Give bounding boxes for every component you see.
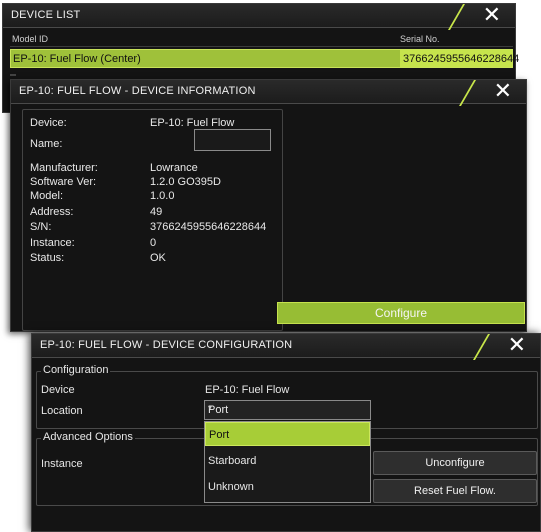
location-select[interactable]: Port ▾ (204, 400, 371, 420)
status-label: Status: (30, 252, 65, 264)
option-label: Starboard (208, 455, 257, 467)
close-icon: ✕ (482, 3, 501, 28)
device-list-close-button[interactable]: ✕ (447, 3, 515, 30)
device-info-close-button[interactable]: ✕ (458, 79, 526, 106)
instance-value: 0 (150, 237, 157, 249)
title-divider (472, 334, 490, 360)
caret-down-icon: ▾ (208, 403, 213, 412)
configure-button[interactable]: Configure (277, 302, 525, 324)
device-list-row-selected[interactable]: EP-10: Fuel Flow (Center) 37662459556462… (10, 49, 519, 68)
close-icon: ✕ (493, 79, 512, 104)
device-list-header: Model ID Serial No. (10, 33, 513, 47)
column-serial-no: Serial No. (400, 34, 440, 44)
title-divider (447, 4, 465, 30)
config-device-value: EP-10: Fuel Flow (205, 384, 290, 396)
software-value: 1.2.0 GO395D (150, 176, 221, 188)
row-serial-no: 3766245955646228644 (400, 50, 519, 67)
option-label: Port (209, 429, 230, 441)
manufacturer-label: Manufacturer: (30, 162, 98, 174)
location-dropdown-list: Port Starboard Unknown (204, 421, 371, 503)
manufacturer-value: Lowrance (150, 162, 198, 174)
status-value: OK (150, 252, 166, 264)
location-option-port[interactable]: Port (205, 422, 370, 446)
device-config-title: EP-10: FUEL FLOW - DEVICE CONFIGURATION (40, 339, 293, 351)
instance-label: Instance (41, 458, 83, 470)
title-divider (458, 80, 476, 106)
device-info-titlebar: EP-10: FUEL FLOW - DEVICE INFORMATION ✕ (11, 79, 526, 106)
device-list-title: DEVICE LIST (11, 9, 81, 21)
device-label: Device: (30, 117, 67, 129)
location-option-unknown[interactable]: Unknown (205, 475, 370, 499)
name-label: Name: (30, 138, 63, 150)
sn-label: S/N: (30, 221, 52, 233)
close-icon: ✕ (507, 333, 526, 358)
instance-label: Instance: (30, 237, 75, 249)
device-info-panel: EP-10: FUEL FLOW - DEVICE INFORMATION ✕ … (10, 79, 527, 332)
model-label: Model: (30, 190, 64, 202)
device-value: EP-10: Fuel Flow (150, 117, 235, 129)
address-value: 49 (150, 206, 163, 218)
column-model-id: Model ID (12, 34, 49, 44)
device-list-titlebar: DEVICE LIST ✕ (3, 3, 515, 30)
device-config-close-button[interactable]: ✕ (472, 333, 540, 360)
device-info-title: EP-10: FUEL FLOW - DEVICE INFORMATION (19, 85, 256, 97)
device-config-titlebar: EP-10: FUEL FLOW - DEVICE CONFIGURATION … (32, 333, 540, 360)
reset-fuel-flow-button[interactable]: Reset Fuel Flow. (373, 479, 537, 503)
name-input[interactable] (194, 129, 271, 151)
row-model-id: EP-10: Fuel Flow (Center) (13, 53, 141, 65)
address-label: Address: (30, 206, 74, 218)
unconfigure-button[interactable]: Unconfigure (373, 451, 537, 475)
configuration-group-label: Configuration (41, 364, 111, 376)
advanced-options-label: Advanced Options (41, 431, 135, 443)
config-device-label: Device (41, 384, 75, 396)
model-value: 1.0.0 (150, 190, 175, 202)
option-label: Unknown (208, 481, 254, 493)
location-label: Location (41, 405, 83, 417)
sn-value: 3766245955646228644 (150, 221, 267, 233)
location-option-starboard[interactable]: Starboard (205, 449, 370, 473)
device-config-panel: EP-10: FUEL FLOW - DEVICE CONFIGURATION … (31, 333, 541, 532)
software-label: Software Ver: (30, 176, 97, 188)
